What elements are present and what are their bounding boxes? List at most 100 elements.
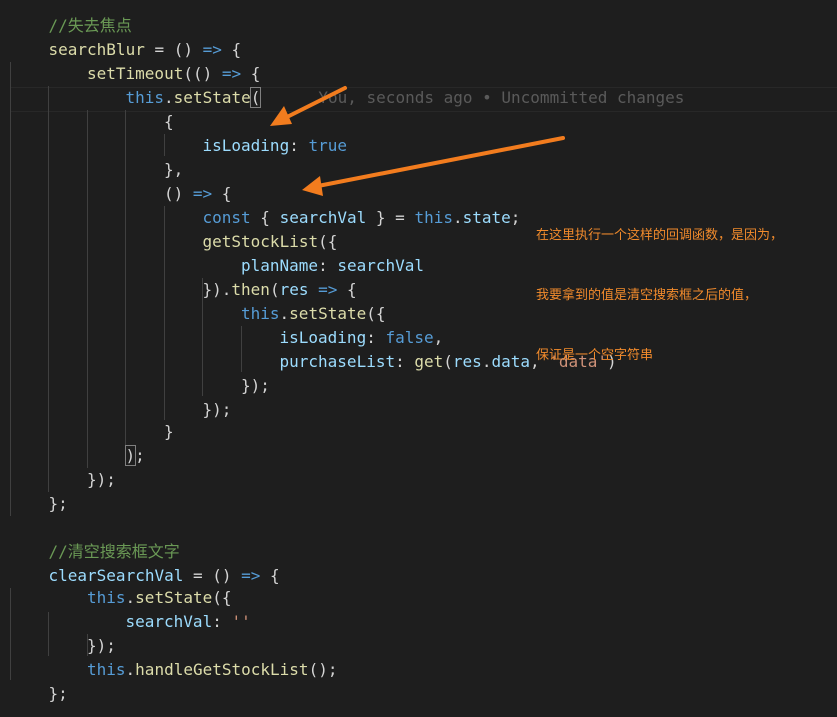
code-line-close-callback[interactable]: } (164, 420, 174, 444)
indent-guide (125, 110, 126, 445)
token: handleGetStockList (135, 660, 309, 679)
code-line-setstate-1[interactable]: this.setState( You, seconds ago • Uncommi… (125, 86, 685, 110)
token: { (241, 64, 261, 83)
token: searchBlur (48, 40, 145, 59)
token: { (250, 208, 280, 227)
indent-guide (10, 62, 11, 516)
token: data (491, 352, 530, 371)
code-line-planname[interactable]: planName: searchVal (241, 254, 424, 278)
code-line-brace-close[interactable]: }, (164, 158, 183, 182)
token: => (221, 64, 242, 83)
token: . (125, 660, 136, 679)
code-line-comment-clear[interactable]: //清空搜索框文字 (49, 540, 180, 564)
token: } (164, 422, 174, 441)
token: purchaseList (279, 352, 396, 371)
code-line-searchval-empty[interactable]: searchVal: '' (126, 610, 251, 634)
token: setState (173, 88, 251, 107)
token: => (318, 280, 338, 299)
token: searchVal (279, 208, 367, 227)
token: (); (308, 660, 338, 679)
token: const (202, 208, 251, 227)
token: () (164, 184, 193, 203)
token: true (308, 136, 347, 155)
code-line-close-searchblur[interactable]: }; (49, 492, 68, 516)
code-line-searchblur-decl[interactable]: searchBlur = () => { (49, 38, 242, 62)
code-line-settimeout[interactable]: setTimeout(() => { (87, 62, 260, 86)
indent-guide (87, 110, 88, 468)
token: : (289, 136, 309, 155)
indent-guide (164, 134, 165, 156)
token: res (452, 352, 482, 371)
token: { (337, 280, 357, 299)
code-line-getstocklist[interactable]: getStockList({ (203, 230, 338, 254)
annotation-line-1: 在这里执行一个这样的回调函数，是因为， (536, 228, 784, 243)
token: clearSearchVal (48, 566, 184, 585)
code-line-clearsearchval-decl[interactable]: clearSearchVal = () => { (49, 564, 280, 588)
token: => (192, 184, 213, 203)
code-line-close-setstate-1[interactable]: ); (124, 444, 145, 468)
token: }, (164, 160, 184, 179)
token: getStockList (202, 232, 319, 251)
code-line-then[interactable]: }).then(res => { (203, 278, 357, 302)
code-line-close-then[interactable]: }); (203, 398, 232, 422)
code-editor[interactable]: //失去焦点 searchBlur = () => {setTimeout(() … (0, 0, 837, 717)
token: . (125, 588, 136, 607)
code-line-setstate-3[interactable]: this.setState({ (87, 586, 232, 610)
code-line-const-destructure[interactable]: const { searchVal } = this.state; (203, 206, 521, 230)
token: : (212, 612, 232, 631)
git-blame-annotation: You, seconds ago • Uncommitted changes (318, 88, 685, 107)
code-line-isloading-false[interactable]: isLoading: false, (280, 326, 444, 350)
code-line-brace-open[interactable]: { (164, 110, 174, 134)
token: ) (124, 445, 137, 466)
token: }). (202, 280, 232, 299)
token: (() (183, 64, 222, 83)
indent-guide (241, 326, 242, 372)
token: //失去焦点 (48, 16, 132, 35)
token: get (414, 352, 444, 371)
code-line-comment-blur[interactable]: //失去焦点 (49, 14, 132, 38)
token: res (279, 280, 309, 299)
code-line-close-setstate-3[interactable]: }); (87, 634, 116, 658)
token: ( (249, 87, 262, 108)
token: '' (231, 612, 251, 631)
token: planName (241, 256, 319, 275)
token: . (279, 304, 290, 323)
token: : (366, 328, 386, 347)
token: . (164, 88, 174, 107)
indent-guide (48, 86, 49, 492)
code-line-close-clearsearchval[interactable]: }; (49, 682, 68, 706)
token: => (202, 40, 222, 59)
token: this (125, 88, 165, 107)
indent-guide (164, 206, 165, 420)
token: , (433, 328, 444, 347)
token: }; (48, 494, 68, 513)
token: . (481, 352, 492, 371)
code-line-setstate-2[interactable]: this.setState({ (241, 302, 386, 326)
token: false (385, 328, 434, 347)
token: ; (510, 208, 521, 227)
annotation-line-3: 保证是一个空字符串 (536, 348, 654, 363)
token: then (231, 280, 270, 299)
token: this (87, 588, 126, 607)
token: //清空搜索框文字 (48, 542, 180, 561)
code-line-isloading-true[interactable]: isLoading: true (203, 134, 348, 158)
token: setTimeout (87, 64, 184, 83)
token: searchVal (125, 612, 213, 631)
code-line-callback-decl[interactable]: () => { (164, 182, 231, 206)
token: => (241, 566, 261, 585)
indent-guide (10, 588, 11, 680)
token: setState (135, 588, 213, 607)
token: ({ (318, 232, 338, 251)
token: state (462, 208, 511, 227)
token: { (212, 184, 232, 203)
code-line-close-settimeout[interactable]: }); (87, 468, 116, 492)
token: this (241, 304, 280, 323)
token: this (87, 660, 126, 679)
code-line-handlegetstocklist[interactable]: this.handleGetStockList(); (87, 658, 337, 682)
token: { (221, 40, 242, 59)
code-line-close-setstate-2[interactable]: }); (241, 374, 270, 398)
annotation-note: 在这里执行一个这样的回调函数，是因为， 我要拿到的值是清空搜索框之后的值， 保证… (536, 186, 783, 406)
token: isLoading (202, 136, 290, 155)
token: ( (443, 352, 453, 371)
